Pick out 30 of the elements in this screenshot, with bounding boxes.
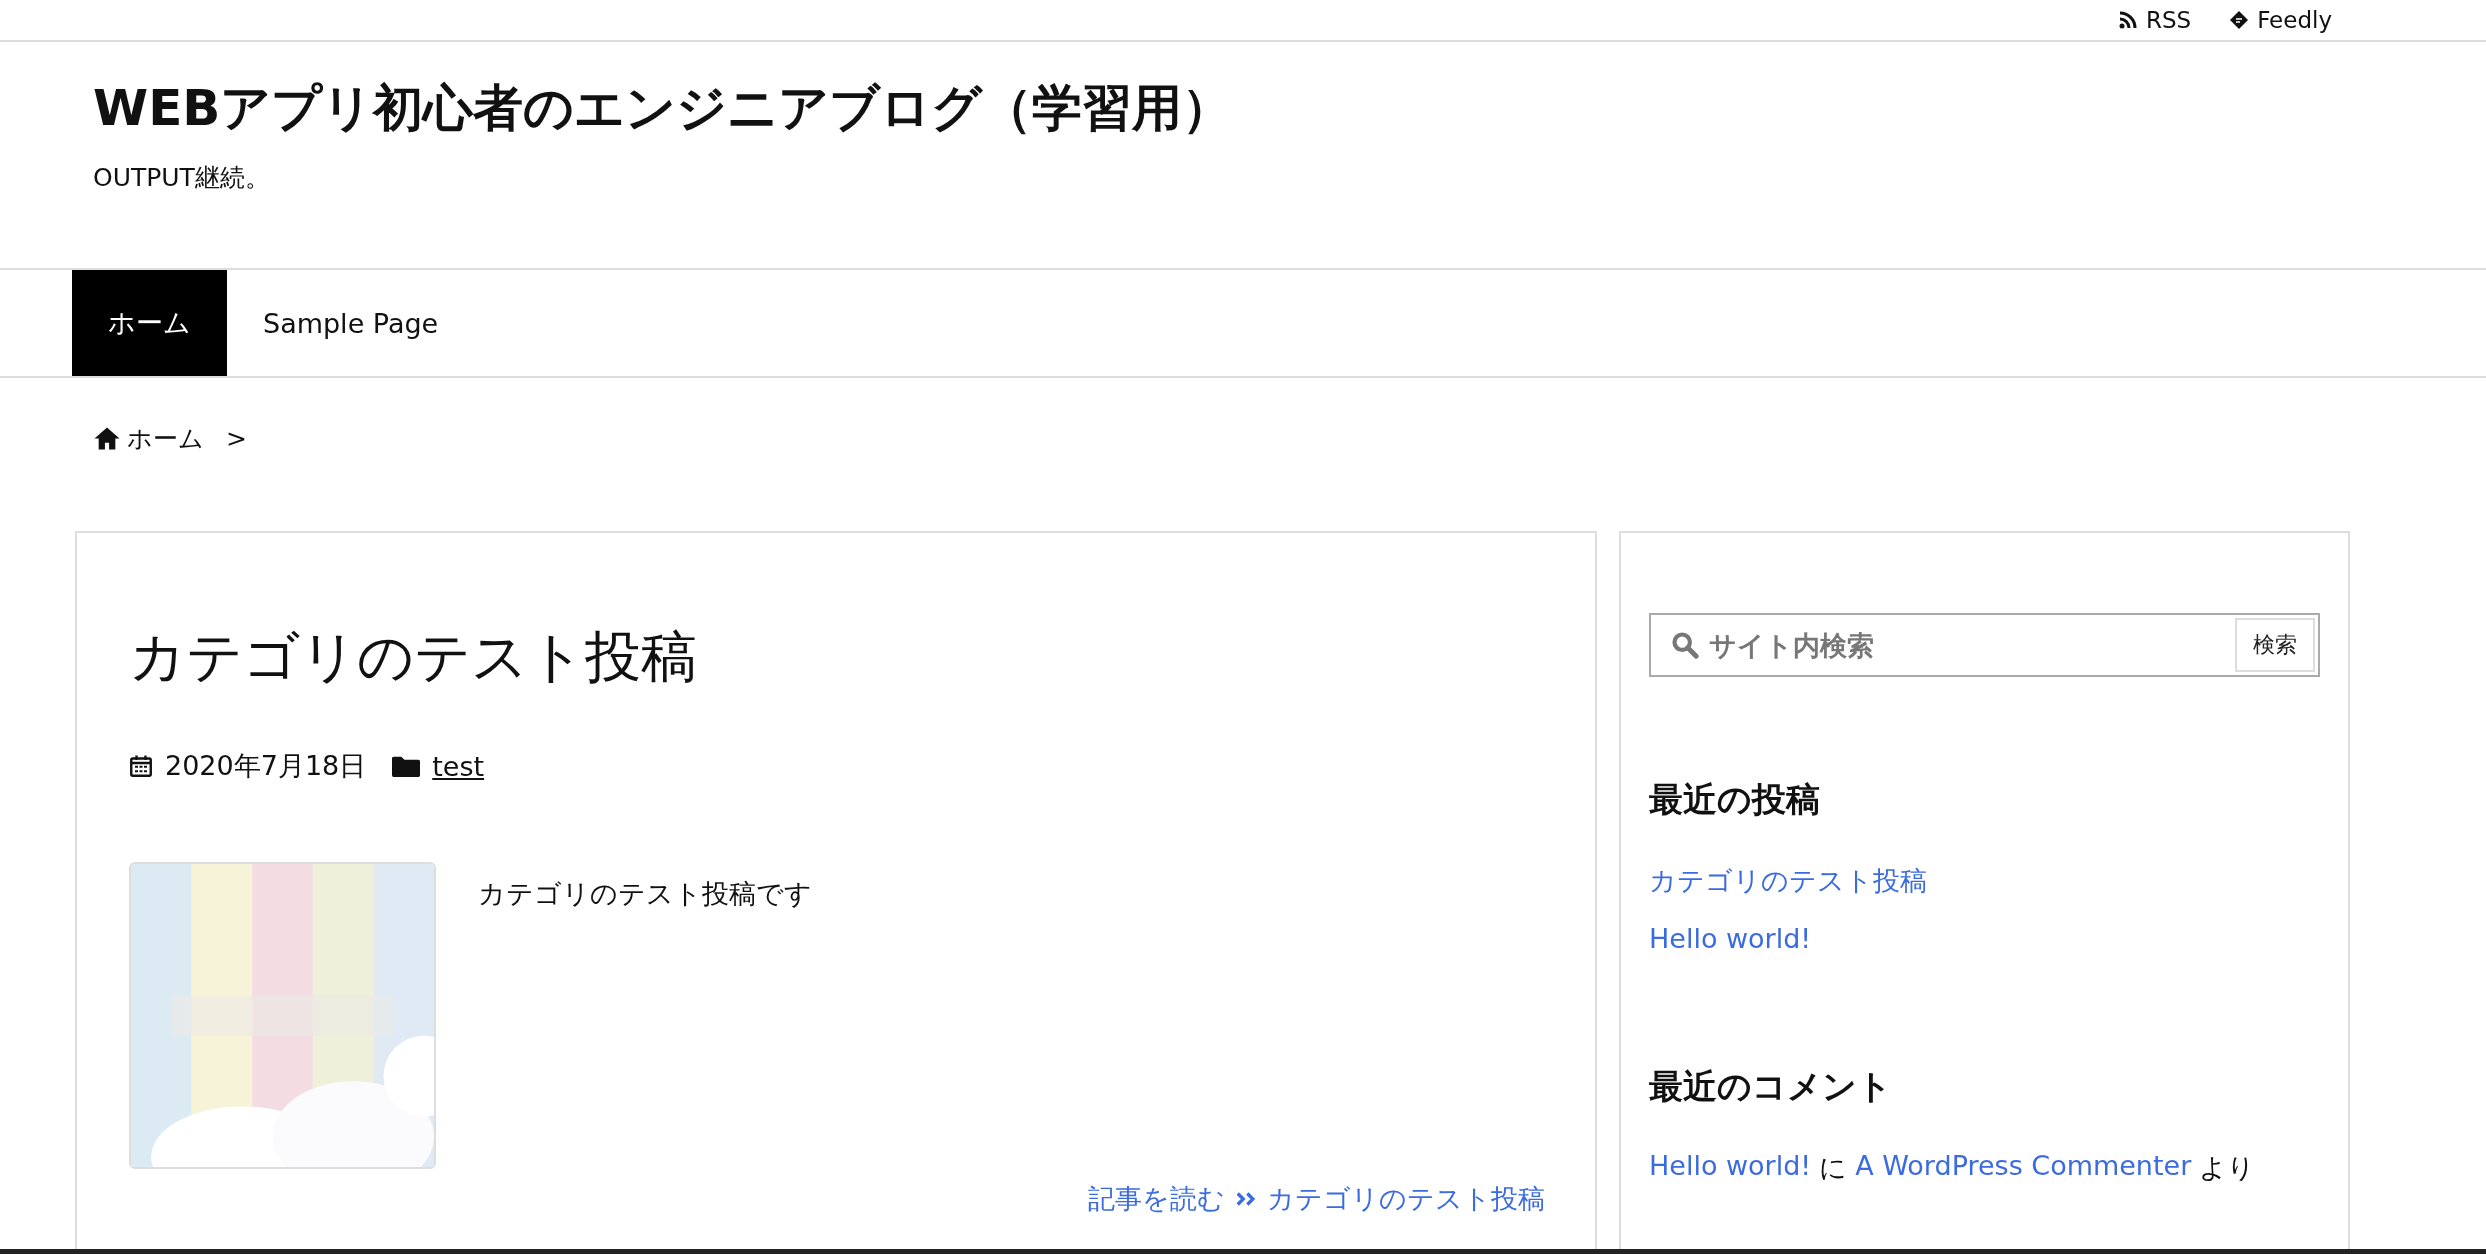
widget-title: 最近のコメント (1649, 1065, 1893, 1108)
search-field[interactable]: サイト内検索 検索 (1649, 613, 2320, 677)
folder-icon (392, 755, 421, 778)
post-date: 2020年7月18日 (165, 749, 367, 784)
calendar-icon (129, 754, 153, 779)
category-link[interactable]: test (432, 750, 485, 782)
recent-post-link[interactable]: カテゴリのテスト投稿 (1649, 863, 2320, 899)
nav-item[interactable]: ホーム (72, 270, 227, 376)
search-button[interactable]: 検索 (2235, 618, 2315, 672)
rss-icon (2117, 10, 2138, 30)
top-link[interactable]: Feedly (2229, 7, 2332, 33)
site-tagline: OUTPUT継続。 (93, 162, 271, 194)
post-excerpt: カテゴリのテスト投稿です (478, 877, 812, 912)
post-link[interactable]: カテゴリのテスト投稿 (1267, 1181, 1545, 1218)
read-more-link[interactable]: 記事を読む (1088, 1181, 1225, 1218)
double-chevron-icon (1235, 1190, 1257, 1209)
search-icon (1671, 631, 1699, 659)
widget-title: 最近の投稿 (1649, 778, 1821, 821)
recent-post-link[interactable]: Hello world! (1649, 923, 2320, 954)
diamond-icon (2229, 10, 2250, 30)
breadcrumb-link[interactable]: ホーム (127, 421, 204, 455)
top-link[interactable]: RSS (2117, 7, 2192, 33)
post-title: カテゴリのテスト投稿 (129, 623, 698, 691)
comment-post-link[interactable]: Hello world! (1649, 1150, 1812, 1186)
home-icon (93, 425, 121, 451)
comment-author-link[interactable]: A WordPress Commenter (1855, 1150, 2192, 1186)
breadcrumb-separator: > (226, 423, 247, 453)
site-title[interactable]: WEBアプリ初心者のエンジニアブログ（学習用） (93, 76, 2486, 141)
comment-text: に (1819, 1151, 1848, 1185)
comment-text: より (2199, 1151, 2256, 1185)
